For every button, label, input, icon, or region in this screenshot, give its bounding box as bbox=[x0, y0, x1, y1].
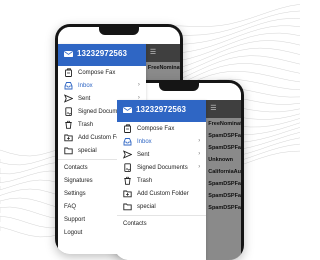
phone-notch bbox=[99, 27, 139, 35]
fax-number: 13232972563 bbox=[136, 105, 187, 114]
chevron-right-icon[interactable]: › bbox=[198, 138, 200, 144]
folder-menu: Compose Fax Inbox › Sent › Signed Documents › T… bbox=[117, 122, 206, 213]
envelope-icon bbox=[123, 107, 132, 113]
inbox-icon bbox=[123, 138, 132, 146]
fax-list: FreeNominationSpamDSPFaxInboxSpamDSPFaxI… bbox=[206, 118, 241, 214]
menu-item-label: Add Custom Folder bbox=[137, 190, 189, 197]
menu-item-label: Sent bbox=[78, 95, 91, 102]
sent-icon bbox=[64, 94, 73, 103]
secondary-links: Contacts bbox=[117, 218, 206, 231]
menu-item-signed-documents[interactable]: Signed Documents › bbox=[117, 161, 206, 174]
fax-list-item[interactable]: CaliforniaAuto bbox=[206, 166, 241, 178]
fax-list-item[interactable]: Unknown bbox=[206, 154, 241, 166]
drawer-header: 13232972563 bbox=[58, 44, 146, 66]
menu-item-compose-fax[interactable]: Compose Fax bbox=[58, 66, 146, 79]
drawer-header: 13232972563 bbox=[117, 100, 207, 122]
signed-documents-icon bbox=[124, 163, 131, 172]
chevron-right-icon[interactable]: › bbox=[138, 82, 140, 88]
menu-item-label: Compose Fax bbox=[137, 125, 175, 132]
inbox-icon bbox=[64, 82, 73, 90]
menu-item-trash[interactable]: Trash bbox=[117, 174, 206, 187]
front-phone: 13232972563 Compose Fax Inbox › Sent › Signed… bbox=[114, 80, 244, 260]
fax-list-item[interactable]: SpamDSPFaxInbox bbox=[206, 190, 241, 202]
fax-list-item[interactable]: SpamDSPFaxInbox bbox=[206, 142, 241, 154]
front-phone-screen: 13232972563 Compose Fax Inbox › Sent › Signed… bbox=[117, 83, 241, 260]
list-toolbar: ☰ bbox=[206, 100, 241, 118]
fax-list-item[interactable]: SpamDSPFaxInbox bbox=[206, 178, 241, 190]
folder-icon bbox=[64, 147, 73, 155]
trash-icon bbox=[65, 120, 72, 129]
add-folder-icon bbox=[64, 134, 73, 142]
navigation-drawer: 13232972563 Compose Fax Inbox › Sent › Signed… bbox=[117, 100, 207, 260]
signed-documents-icon bbox=[65, 107, 72, 116]
fax-list-item[interactable]: FreeNomination bbox=[206, 118, 241, 130]
menu-divider bbox=[117, 215, 207, 216]
fax-list-item[interactable]: SpamDSPFaxInbox bbox=[206, 130, 241, 142]
chevron-right-icon[interactable]: › bbox=[198, 164, 200, 170]
fax-list-item[interactable]: SpamDSPFaxInbox bbox=[206, 202, 241, 214]
compose-fax-icon bbox=[65, 68, 72, 77]
menu-item-label: special bbox=[78, 147, 97, 154]
add-folder-icon bbox=[123, 190, 132, 198]
menu-item-add-custom-folder[interactable]: Add Custom Folder bbox=[117, 187, 206, 200]
fax-number: 13232972563 bbox=[77, 49, 128, 58]
menu-item-label: Trash bbox=[78, 121, 94, 128]
menu-icon[interactable]: ☰ bbox=[210, 105, 218, 113]
menu-item-compose-fax[interactable]: Compose Fax bbox=[117, 122, 206, 135]
link-contacts[interactable]: Contacts bbox=[117, 218, 206, 231]
menu-item-label: Inbox bbox=[137, 138, 152, 145]
menu-item-sent[interactable]: Sent › bbox=[117, 148, 206, 161]
list-toolbar: ☰ bbox=[145, 44, 180, 62]
menu-icon[interactable]: ☰ bbox=[150, 49, 158, 57]
menu-item-label: Signed Documents bbox=[137, 164, 188, 171]
menu-item-label: Trash bbox=[137, 177, 153, 184]
menu-item-label: Inbox bbox=[78, 82, 93, 89]
menu-item-inbox[interactable]: Inbox › bbox=[117, 135, 206, 148]
fax-list-item[interactable]: FreeNomination bbox=[146, 62, 180, 74]
envelope-icon bbox=[64, 51, 73, 57]
menu-item-special[interactable]: special bbox=[117, 200, 206, 213]
chevron-right-icon[interactable]: › bbox=[198, 151, 200, 157]
status-bar bbox=[58, 27, 180, 44]
compose-fax-icon bbox=[124, 124, 131, 133]
menu-item-label: Sent bbox=[137, 151, 150, 158]
menu-item-label: Compose Fax bbox=[78, 69, 116, 76]
sent-icon bbox=[123, 150, 132, 159]
menu-item-inbox[interactable]: Inbox › bbox=[58, 79, 146, 92]
folder-icon bbox=[123, 203, 132, 211]
fax-list-pane: ☰ FreeNominationSpamDSPFaxInboxSpamDSPFa… bbox=[206, 100, 241, 260]
fax-list: FreeNomination bbox=[146, 62, 180, 74]
menu-item-label: special bbox=[137, 203, 156, 210]
phone-notch bbox=[159, 83, 199, 91]
trash-icon bbox=[124, 176, 131, 185]
